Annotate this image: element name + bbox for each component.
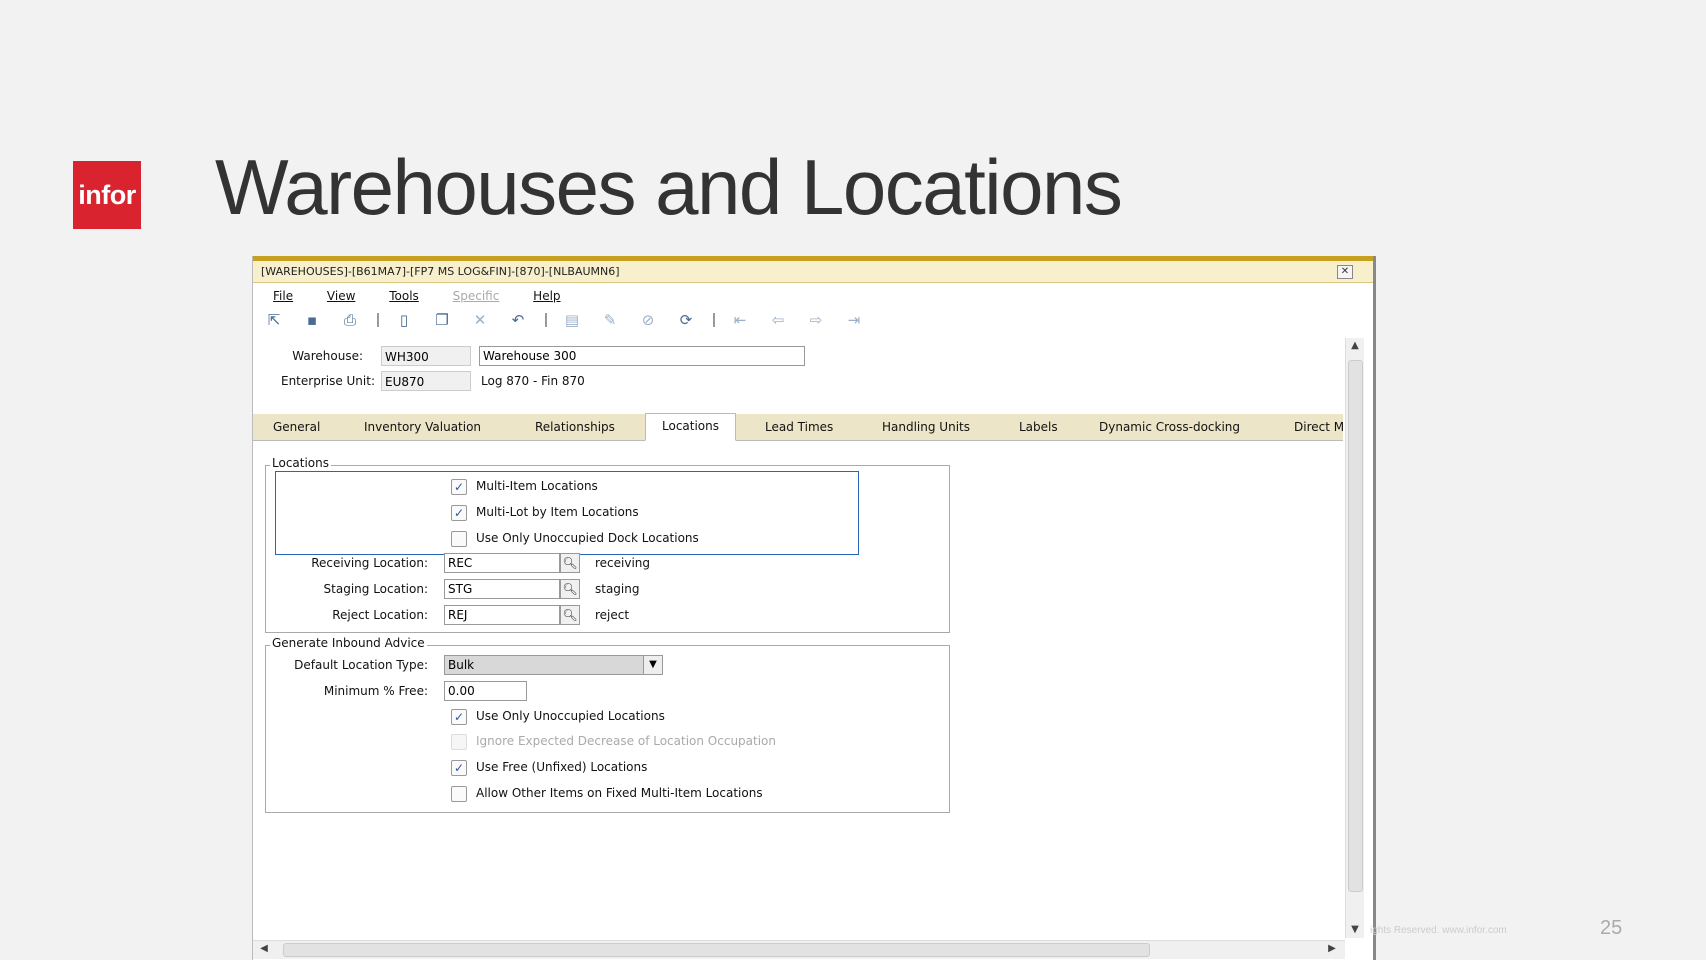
- search-icon[interactable]: 🔍︎: [560, 605, 580, 625]
- enterprise-unit-desc: Log 870 - Fin 870: [481, 374, 585, 388]
- duplicate-icon[interactable]: ❐: [431, 311, 453, 329]
- save-and-exit-icon[interactable]: ⇱: [263, 311, 285, 329]
- tab-bar: General Inventory Valuation Relationship…: [253, 413, 1344, 441]
- menu-view[interactable]: View: [327, 289, 355, 303]
- refresh-icon[interactable]: ⟳: [675, 311, 697, 329]
- logo-text: infor: [78, 179, 136, 210]
- menubar: File View Tools Specific Help: [253, 285, 1373, 307]
- tab-dynamic-cross-docking[interactable]: Dynamic Cross-docking: [1099, 420, 1240, 434]
- minimum-free-label: Minimum % Free:: [323, 684, 428, 698]
- previous-record-icon[interactable]: ⇦: [767, 311, 789, 329]
- toolbar-separator: [713, 313, 715, 327]
- unoccupied-dock-label: Use Only Unoccupied Dock Locations: [476, 531, 699, 545]
- ignore-expected-decrease-checkbox: [451, 734, 467, 750]
- window-titlebar: [WAREHOUSES]-[B61MA7]-[FP7 MS LOG&FIN]-[…: [253, 261, 1373, 283]
- warehouses-window: [WAREHOUSES]-[B61MA7]-[FP7 MS LOG&FIN]-[…: [252, 256, 1376, 960]
- reject-location-label: Reject Location:: [332, 608, 428, 622]
- scroll-down-icon[interactable]: ▼: [1346, 924, 1364, 935]
- slide-title: Warehouses and Locations: [215, 143, 1123, 231]
- infor-logo: infor: [73, 161, 141, 229]
- tab-handling-units[interactable]: Handling Units: [882, 420, 970, 434]
- next-record-icon[interactable]: ⇨: [805, 311, 827, 329]
- close-icon[interactable]: ✕: [1337, 265, 1353, 279]
- ignore-expected-decrease-label: Ignore Expected Decrease of Location Occ…: [476, 734, 776, 748]
- multi-lot-locations-label: Multi-Lot by Item Locations: [476, 505, 639, 519]
- tab-direct[interactable]: Direct M: [1294, 420, 1344, 434]
- unoccupied-locations-checkbox[interactable]: ✓: [451, 709, 467, 725]
- first-record-icon[interactable]: ⇤: [729, 311, 751, 329]
- allow-other-items-checkbox[interactable]: [451, 786, 467, 802]
- inbound-advice-group-title: Generate Inbound Advice: [270, 636, 427, 650]
- staging-location-label: Staging Location:: [323, 582, 428, 596]
- horizontal-scrollbar[interactable]: ◀ ▶: [253, 940, 1345, 959]
- vertical-scroll-thumb[interactable]: [1348, 360, 1363, 892]
- tab-relationships[interactable]: Relationships: [535, 420, 615, 434]
- receiving-location-desc: receiving: [595, 556, 651, 570]
- multi-item-locations-checkbox[interactable]: ✓: [451, 479, 467, 495]
- horizontal-scroll-thumb[interactable]: [283, 943, 1150, 957]
- footer-copyright: ights Reserved. www.infor.com: [1370, 925, 1507, 936]
- scroll-right-icon[interactable]: ▶: [1323, 943, 1341, 954]
- last-record-icon[interactable]: ⇥: [843, 311, 865, 329]
- tab-lead-times[interactable]: Lead Times: [765, 420, 833, 434]
- undo-icon[interactable]: ↶: [507, 311, 529, 329]
- text-icon[interactable]: ▤: [561, 311, 583, 329]
- edit-icon[interactable]: ✎: [599, 311, 621, 329]
- staging-location-input[interactable]: STG: [444, 579, 560, 599]
- default-location-type-label: Default Location Type:: [294, 658, 428, 672]
- attachment-icon[interactable]: ⊘: [637, 311, 659, 329]
- warehouse-code-field[interactable]: WH300: [381, 346, 471, 366]
- save-icon[interactable]: ▪: [301, 311, 323, 329]
- free-unfixed-locations-checkbox[interactable]: ✓: [451, 760, 467, 776]
- tab-inventory-valuation[interactable]: Inventory Valuation: [364, 420, 481, 434]
- menu-specific: Specific: [452, 289, 500, 303]
- receiving-location-input[interactable]: REC: [444, 553, 560, 573]
- search-icon[interactable]: 🔍︎: [560, 553, 580, 573]
- minimum-free-input[interactable]: 0.00: [444, 681, 527, 701]
- delete-icon[interactable]: ✕: [469, 311, 491, 329]
- scroll-up-icon[interactable]: ▲: [1346, 340, 1364, 351]
- toolbar: ⇱ ▪ ⎙ ▯ ❐ ✕ ↶ ▤ ✎ ⊘ ⟳ ⇤ ⇦ ⇨ ⇥: [253, 307, 1373, 333]
- reject-location-input[interactable]: REJ: [444, 605, 560, 625]
- unoccupied-dock-checkbox[interactable]: [451, 531, 467, 547]
- warehouse-desc-field[interactable]: Warehouse 300: [479, 346, 805, 366]
- multi-item-locations-label: Multi-Item Locations: [476, 479, 598, 493]
- chevron-down-icon[interactable]: ▼: [643, 655, 663, 675]
- new-icon[interactable]: ▯: [393, 311, 415, 329]
- unoccupied-locations-label: Use Only Unoccupied Locations: [476, 709, 665, 723]
- reject-location-desc: reject: [595, 608, 630, 622]
- free-unfixed-locations-label: Use Free (Unfixed) Locations: [476, 760, 648, 774]
- menu-tools[interactable]: Tools: [389, 289, 419, 303]
- enterprise-unit-field[interactable]: EU870: [381, 371, 471, 391]
- receiving-location-label: Receiving Location:: [311, 556, 428, 570]
- locations-group-title: Locations: [270, 456, 332, 470]
- toolbar-separator: [545, 313, 547, 327]
- search-icon[interactable]: 🔍︎: [560, 579, 580, 599]
- enterprise-unit-label: Enterprise Unit:: [280, 374, 375, 388]
- tab-general[interactable]: General: [273, 420, 320, 434]
- print-icon[interactable]: ⎙: [339, 311, 361, 329]
- staging-location-desc: staging: [595, 582, 640, 596]
- page-number: 25: [1600, 917, 1623, 939]
- default-location-type-select[interactable]: Bulk: [444, 655, 644, 675]
- tab-locations[interactable]: Locations: [645, 413, 737, 441]
- window-title: [WAREHOUSES]-[B61MA7]-[FP7 MS LOG&FIN]-[…: [261, 265, 620, 278]
- toolbar-separator: [377, 313, 379, 327]
- allow-other-items-label: Allow Other Items on Fixed Multi-Item Lo…: [476, 786, 763, 800]
- tab-labels[interactable]: Labels: [1019, 420, 1058, 434]
- menu-file[interactable]: File: [273, 289, 293, 303]
- menu-help[interactable]: Help: [533, 289, 560, 303]
- warehouse-label: Warehouse:: [292, 349, 363, 363]
- multi-lot-locations-checkbox[interactable]: ✓: [451, 505, 467, 521]
- scroll-left-icon[interactable]: ◀: [255, 943, 273, 954]
- vertical-scrollbar[interactable]: ▲ ▼: [1345, 338, 1364, 938]
